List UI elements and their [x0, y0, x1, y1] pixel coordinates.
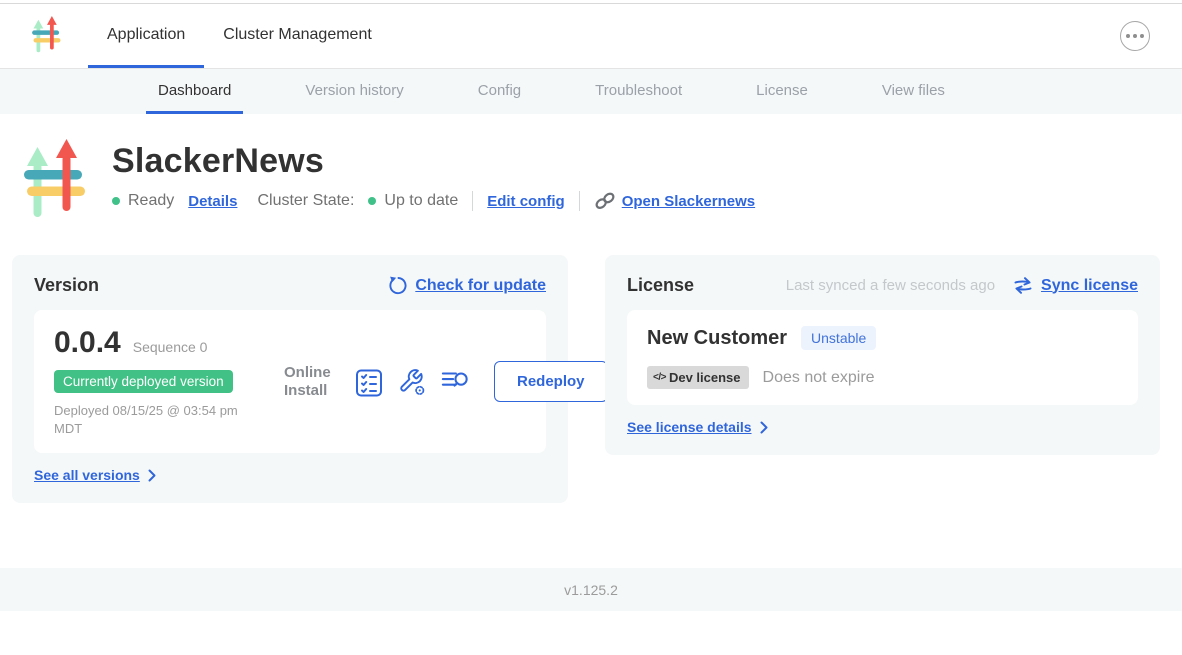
version-card: Version Check for update 0.0.4 Sequ [12, 255, 568, 503]
app-hero: SlackerNews Ready Details Cluster State:… [24, 139, 1182, 225]
more-options-button[interactable] [1120, 21, 1150, 51]
ellipsis-icon [1126, 34, 1144, 38]
current-version-panel: 0.0.4 Sequence 0 Currently deployed vers… [34, 310, 546, 453]
divider [579, 191, 580, 211]
subnav-item-dashboard[interactable]: Dashboard [146, 69, 243, 114]
app-header-bar: Application Cluster Management [0, 4, 1182, 69]
tab-cluster-management[interactable]: Cluster Management [204, 4, 391, 68]
slackernews-hero-logo-icon [24, 139, 88, 225]
slackernews-logo-icon [32, 16, 62, 56]
subnav-dashboard-label: Dashboard [158, 82, 231, 99]
last-synced-label: Last synced a few seconds ago [786, 277, 995, 294]
version-number: 0.0.4 [54, 326, 121, 360]
license-card: License Last synced a few seconds ago Sy… [605, 255, 1160, 455]
channel-badge: Unstable [801, 326, 876, 350]
console-version: v1.125.2 [564, 582, 618, 598]
open-app-link[interactable]: Open Slackernews [622, 193, 755, 210]
tab-application[interactable]: Application [88, 4, 204, 68]
preflight-checks-icon[interactable] [355, 368, 383, 396]
license-type-badge: </> Dev license [647, 366, 749, 389]
subnav-version-history-label: Version history [305, 82, 403, 99]
license-panel: New Customer Unstable </> Dev license Do… [627, 310, 1138, 405]
code-icon: </> [653, 372, 666, 383]
chevron-right-icon [148, 469, 156, 482]
config-wrench-icon[interactable] [398, 368, 426, 396]
cluster-state-label: Cluster State: [257, 192, 354, 210]
console-footer: v1.125.2 [0, 568, 1182, 611]
chevron-right-icon [760, 421, 768, 434]
redeploy-button[interactable]: Redeploy [494, 361, 608, 402]
license-type-label: Dev license [669, 370, 741, 385]
tab-application-label: Application [107, 26, 185, 44]
app-status-row: Ready Details Cluster State: Up to date … [112, 191, 755, 211]
subnav-view-files-label: View files [882, 82, 945, 99]
customer-name: New Customer [647, 327, 787, 350]
primary-tabs: Application Cluster Management [88, 4, 391, 68]
page-title: SlackerNews [112, 142, 755, 181]
license-expiration: Does not expire [763, 369, 875, 387]
version-card-title: Version [34, 275, 99, 296]
sequence-label: Sequence 0 [133, 339, 208, 355]
sync-icon [1013, 277, 1033, 294]
link-icon [594, 191, 616, 211]
dashboard-main: SlackerNews Ready Details Cluster State:… [0, 114, 1182, 611]
subnav-troubleshoot-label: Troubleshoot [595, 82, 682, 99]
license-card-title: License [627, 275, 694, 296]
subnav-config-label: Config [478, 82, 521, 99]
subnav-item-version-history[interactable]: Version history [293, 69, 415, 114]
tab-cluster-management-label: Cluster Management [223, 26, 372, 44]
subnav-item-config[interactable]: Config [466, 69, 533, 114]
see-license-details-link[interactable]: See license details [627, 419, 752, 435]
see-all-versions-link[interactable]: See all versions [34, 467, 140, 483]
deployed-timestamp: Deployed 08/15/25 @ 03:54 pm MDT [54, 402, 269, 437]
install-type-label: Online Install [284, 364, 340, 399]
cluster-state-value: Up to date [384, 192, 458, 210]
check-for-update-link[interactable]: Check for update [415, 277, 546, 295]
cluster-state-dot [368, 197, 376, 205]
app-state-dot [112, 197, 120, 205]
sync-license-link[interactable]: Sync license [1041, 277, 1138, 295]
subnav-item-license[interactable]: License [744, 69, 820, 114]
app-state-label: Ready [128, 192, 174, 210]
app-subnav: Dashboard Version history Config Trouble… [0, 69, 1182, 114]
refresh-icon [388, 276, 407, 295]
subnav-license-label: License [756, 82, 808, 99]
edit-config-link[interactable]: Edit config [487, 193, 565, 210]
deployed-badge: Currently deployed version [54, 370, 233, 393]
subnav-item-view-files[interactable]: View files [870, 69, 957, 114]
details-link[interactable]: Details [188, 193, 237, 210]
subnav-item-troubleshoot[interactable]: Troubleshoot [583, 69, 694, 114]
view-logs-icon[interactable] [441, 368, 469, 396]
divider [472, 191, 473, 211]
